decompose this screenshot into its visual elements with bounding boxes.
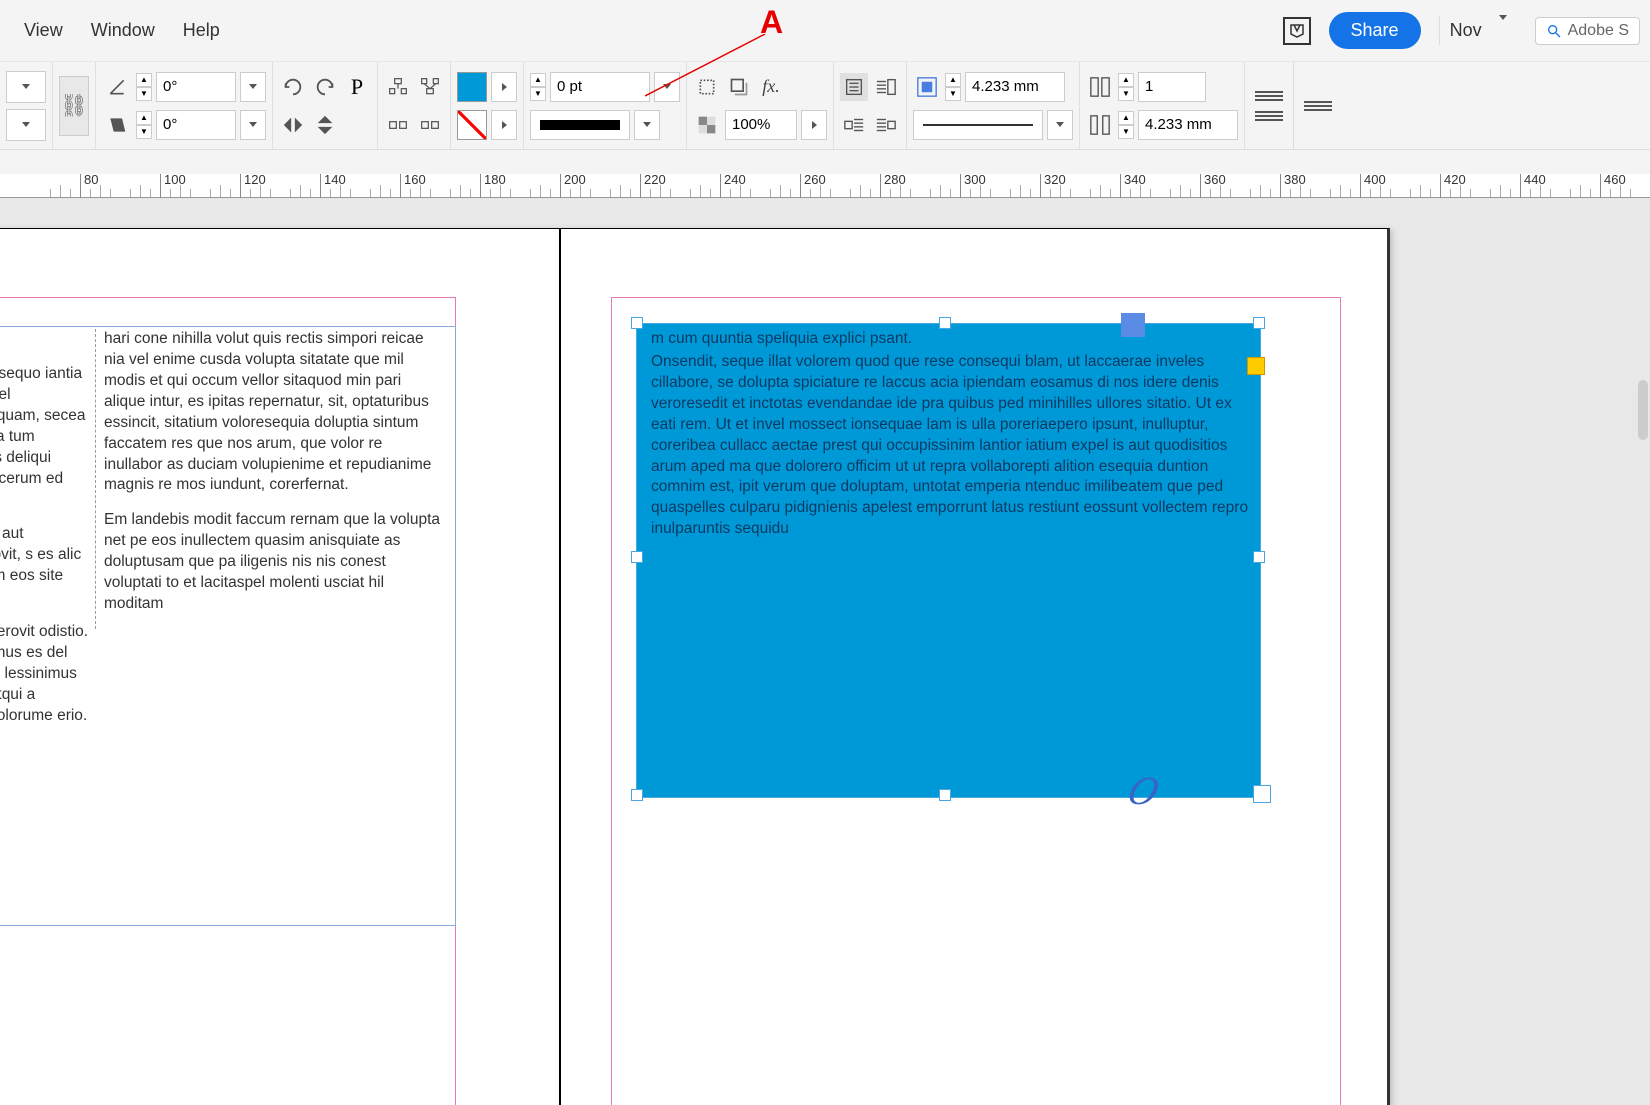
select-next-icon[interactable] xyxy=(416,111,444,139)
gutter-field[interactable]: 4.233 mm xyxy=(1138,110,1238,140)
text-wrap-jump-icon[interactable] xyxy=(840,111,868,139)
align-panel-icon-2[interactable] xyxy=(1255,109,1283,123)
frame-anchor-indicator[interactable] xyxy=(1121,313,1145,337)
fill-popout[interactable] xyxy=(491,72,517,102)
frame-fit-icon[interactable] xyxy=(913,73,941,101)
object-style-preview[interactable] xyxy=(913,110,1043,140)
select-child-icon[interactable] xyxy=(416,73,444,101)
more-options-icon[interactable] xyxy=(1304,92,1332,120)
stroke-weight-field[interactable]: 0 pt xyxy=(550,72,650,102)
opacity-popout[interactable] xyxy=(801,110,827,140)
text-column-1[interactable]: i rerunt.ih itibea dessimus sequo iantia… xyxy=(0,329,91,762)
scrollbar-thumb[interactable] xyxy=(1638,380,1648,440)
object-style-dropdown[interactable] xyxy=(1047,110,1073,140)
workspace-label: Nov xyxy=(1450,20,1482,41)
char-style-select[interactable] xyxy=(6,71,46,103)
menu-view[interactable]: View xyxy=(24,20,63,41)
paragraph-icon[interactable]: P xyxy=(343,73,371,101)
selection-handle[interactable] xyxy=(1253,785,1271,803)
search-placeholder: Adobe S xyxy=(1568,22,1629,40)
selection-handle[interactable] xyxy=(631,317,643,329)
page-right[interactable]: m cum quuntia speliquia explici psant.On… xyxy=(560,228,1390,1105)
rotate-icon xyxy=(102,72,132,102)
rotate-ccw-icon[interactable] xyxy=(279,73,307,101)
menu-window[interactable]: Window xyxy=(91,20,155,41)
columns-field[interactable]: 1 xyxy=(1138,72,1206,102)
rotate-dropdown[interactable] xyxy=(240,72,266,102)
transparency-icon[interactable] xyxy=(693,111,721,139)
text-column-right[interactable]: m cum quuntia speliquia explici psant.On… xyxy=(651,329,1261,542)
control-bar: ⛓ ▲▼ 0° ▲▼ 0° P xyxy=(0,62,1650,150)
stroke-popout[interactable] xyxy=(491,110,517,140)
shear-dropdown[interactable] xyxy=(240,110,266,140)
cc-libraries-icon[interactable] xyxy=(1283,17,1311,45)
flip-h-icon[interactable] xyxy=(279,111,307,139)
stroke-swatch[interactable] xyxy=(457,110,487,140)
gutter-spinner[interactable]: ▲▼ xyxy=(1118,111,1134,139)
selection-handle[interactable] xyxy=(1253,551,1265,563)
para-style-select[interactable] xyxy=(6,109,46,141)
live-corner-indicator[interactable] xyxy=(1247,357,1265,375)
select-parent-icon[interactable] xyxy=(384,73,412,101)
selection-handle[interactable] xyxy=(631,789,643,801)
columns-spinner[interactable]: ▲▼ xyxy=(1118,73,1134,101)
text-column-2[interactable]: hari cone nihilla volut quis rectis simp… xyxy=(95,329,443,629)
text-wrap-shape-icon[interactable] xyxy=(872,73,900,101)
search-input[interactable]: Adobe S xyxy=(1535,17,1640,45)
text-wrap-jumpnext-icon[interactable] xyxy=(872,111,900,139)
text-wrap-bounding-icon[interactable] xyxy=(840,73,868,101)
opacity-field[interactable]: 100% xyxy=(725,110,797,140)
stroke-style-preview[interactable] xyxy=(530,110,630,140)
annotation-arrow xyxy=(645,34,775,104)
workspace-select[interactable]: Nov xyxy=(1439,16,1517,45)
select-prev-icon[interactable] xyxy=(384,111,412,139)
selection-handle[interactable] xyxy=(939,317,951,329)
shear-spinner[interactable]: ▲▼ xyxy=(136,111,152,139)
align-panel-icon[interactable] xyxy=(1255,89,1283,103)
rotate-field[interactable]: 0° xyxy=(156,72,236,102)
columns-icon[interactable] xyxy=(1086,73,1114,101)
rotate-spinner[interactable]: ▲▼ xyxy=(136,73,152,101)
col-width-field[interactable]: 4.233 mm xyxy=(965,72,1065,102)
flip-v-icon[interactable] xyxy=(311,111,339,139)
gutter-icon[interactable] xyxy=(1086,111,1114,139)
fill-swatch[interactable] xyxy=(457,72,487,102)
stroke-style-dropdown[interactable] xyxy=(634,110,660,140)
shear-icon xyxy=(102,110,132,140)
stroke-weight-spinner[interactable]: ▲▼ xyxy=(530,73,546,101)
pasteboard: i rerunt.ih itibea dessimus sequo iantia… xyxy=(0,198,1650,1105)
horizontal-ruler[interactable]: 8010012014016018020022024026028030032034… xyxy=(0,174,1650,198)
rotate-cw-icon[interactable] xyxy=(311,73,339,101)
document-canvas[interactable]: 8010012014016018020022024026028030032034… xyxy=(0,150,1650,1105)
share-button[interactable]: Share xyxy=(1329,12,1421,49)
annotation-letter: A xyxy=(760,4,783,41)
shear-field[interactable]: 0° xyxy=(156,110,236,140)
selection-handle[interactable] xyxy=(1253,317,1265,329)
menu-help[interactable]: Help xyxy=(183,20,220,41)
col-width-spinner[interactable]: ▲▼ xyxy=(945,73,961,101)
selection-handle[interactable] xyxy=(631,551,643,563)
link-toggle-icon[interactable]: ⛓ xyxy=(59,76,89,136)
page-left[interactable]: i rerunt.ih itibea dessimus sequo iantia… xyxy=(0,228,560,1105)
selection-handle[interactable] xyxy=(939,789,951,801)
